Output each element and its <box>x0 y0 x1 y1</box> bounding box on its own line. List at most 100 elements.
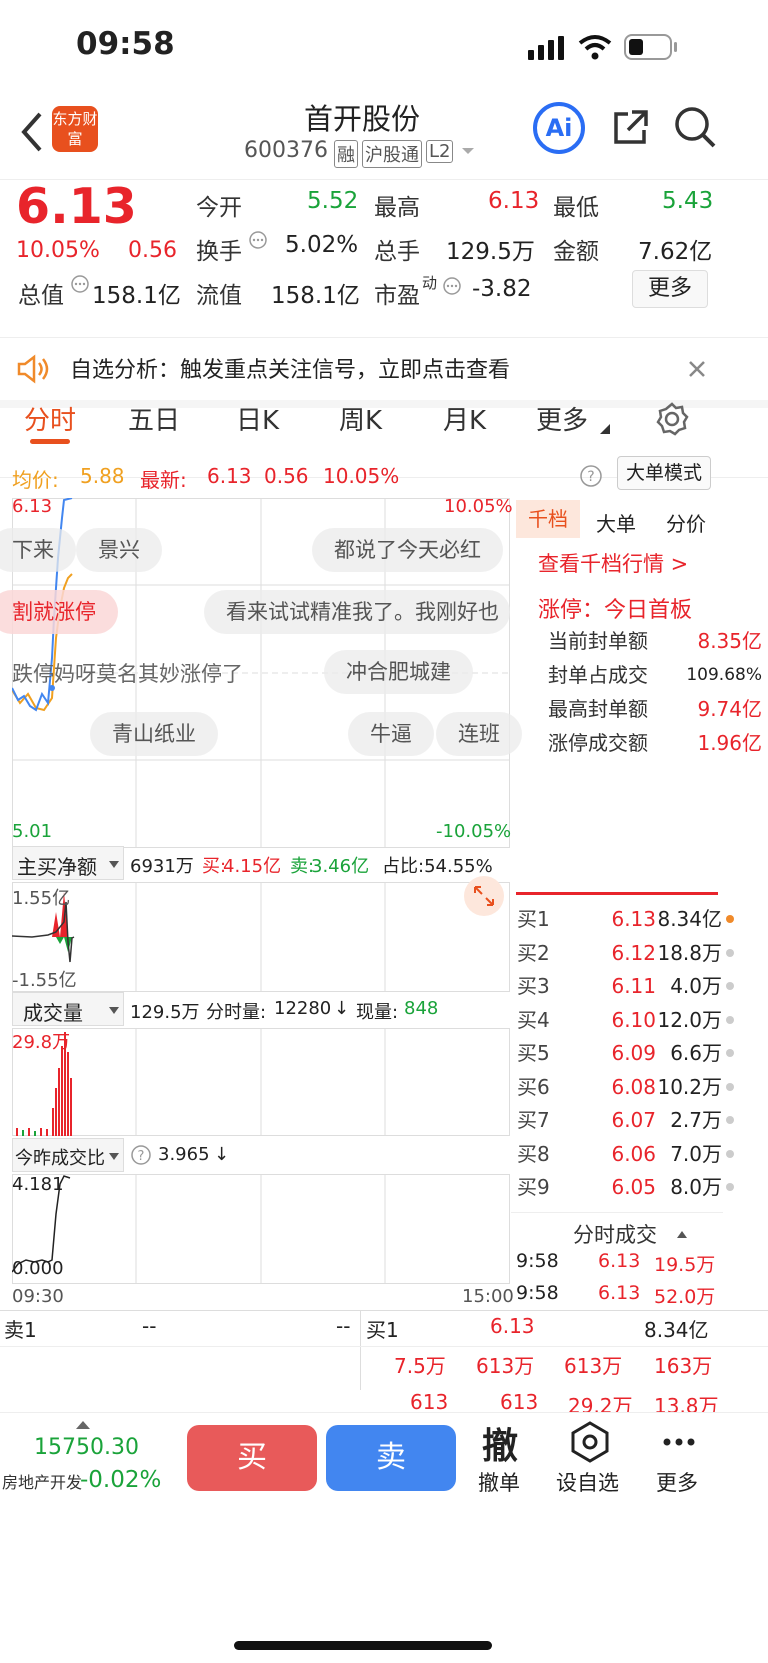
limit-up-row: 当前封单额 8.35亿 <box>548 629 762 653</box>
cancel-icon[interactable]: 撤 <box>482 1417 518 1469</box>
bid-row: 买4 6.10 12.0万 <box>511 1003 736 1037</box>
index-name: 房地产开发 <box>2 1473 83 1492</box>
index-value[interactable]: 15750.30 <box>34 1435 139 1460</box>
bid-row: 买6 6.08 10.2万 <box>511 1070 736 1104</box>
flow-selector[interactable]: 主买净额 <box>12 846 124 880</box>
flow-chart[interactable] <box>12 882 510 992</box>
ratio-chart[interactable] <box>12 1174 510 1284</box>
tick-volume-label: 分时量: <box>206 1002 267 1023</box>
bid-row: 买8 6.06 7.0万 <box>511 1137 736 1171</box>
ai-button[interactable]: Ai <box>533 102 585 154</box>
dropdown-icon[interactable] <box>460 146 476 156</box>
tab-month-k[interactable]: 月K <box>443 400 486 437</box>
comment-bubble[interactable]: 割就涨停 <box>0 590 118 634</box>
cancel-label[interactable]: 撤单 <box>478 1467 520 1497</box>
more-label[interactable]: 更多 <box>656 1467 698 1497</box>
help-icon[interactable]: ? <box>579 464 603 488</box>
comment-bubble[interactable]: 连班 <box>436 712 522 756</box>
comment-bubble[interactable]: 景兴 <box>76 528 162 572</box>
tab-intraday[interactable]: 分时 <box>24 400 76 437</box>
comment-bubble[interactable]: 牛逼 <box>348 712 434 756</box>
price-axis-top: 6.13 <box>12 496 53 517</box>
high-value: 6.13 <box>488 188 540 214</box>
volume-value: 129.5万 <box>446 239 535 265</box>
comment-bubble[interactable]: 看来试试精准我了。我刚好也 <box>204 590 510 634</box>
home-indicator <box>234 1641 492 1650</box>
info-dots-icon[interactable] <box>70 274 90 294</box>
ratio-value: 3.965 <box>158 1144 210 1165</box>
add-watch-label[interactable]: 设自选 <box>556 1467 619 1497</box>
expand-button[interactable] <box>464 876 504 916</box>
ratio-selector-label: 今昨成交比 <box>15 1148 105 1169</box>
svg-text:?: ? <box>587 469 594 485</box>
avg-label: 均价: <box>12 468 59 492</box>
volume-selector-label: 成交量 <box>23 1001 83 1025</box>
bid-row: 买1 6.13 8.34亿 <box>511 902 736 936</box>
tab-day-k[interactable]: 日K <box>236 400 279 437</box>
time-axis-start: 09:30 <box>12 1286 64 1307</box>
caret-up-icon <box>76 1421 90 1429</box>
limit-up-row: 最高封单额 9.74亿 <box>548 697 762 721</box>
flow-value: 6931万 <box>130 856 194 877</box>
current-volume-value: 848 <box>404 998 439 1019</box>
sell-button[interactable]: 卖 <box>326 1425 456 1491</box>
search-icon[interactable] <box>674 106 716 150</box>
close-icon[interactable] <box>686 358 708 380</box>
turnover-label: 换手 <box>196 239 242 265</box>
status-bar: 09:58 <box>0 0 768 100</box>
tab-price-dist[interactable]: 分价 <box>666 508 706 537</box>
latest-label: 最新: <box>140 468 187 492</box>
orderbook-divider <box>516 892 718 895</box>
ratio-axis-bottom: 0.000 <box>12 1258 64 1279</box>
flow-ratio: 占比:54.55% <box>382 856 493 877</box>
tab-thousand-level[interactable]: 千档 <box>516 500 580 538</box>
comment-bubble[interactable]: 冲合肥城建 <box>324 650 473 694</box>
comment-bubble[interactable]: 下来 <box>0 528 76 572</box>
tab-week-k[interactable]: 周K <box>339 400 382 437</box>
volume-chart[interactable] <box>12 1028 510 1136</box>
flow-sell-bars <box>56 937 72 952</box>
ratio-chart-grid <box>12 1174 510 1284</box>
bid-row: 买2 6.12 18.8万 <box>511 936 736 970</box>
ask1-label: 卖1 <box>4 1318 37 1342</box>
change-value: 0.56 <box>128 238 177 263</box>
high-label: 最高 <box>374 195 420 221</box>
status-time: 09:58 <box>76 26 175 62</box>
book-cell: 29.2万 <box>568 1394 633 1414</box>
volume-selector[interactable]: 成交量 <box>12 992 124 1026</box>
ask1-volume: -- <box>336 1314 351 1338</box>
pct-axis-top: 10.05% <box>444 496 513 517</box>
turnover-value: 5.02% <box>285 232 359 258</box>
ratio-selector[interactable]: 今昨成交比 <box>12 1138 124 1172</box>
svg-text:?: ? <box>138 1149 145 1164</box>
big-order-mode-button[interactable]: 大单模式 <box>617 456 711 490</box>
tab-big-order[interactable]: 大单 <box>596 508 636 537</box>
more-button[interactable]: 更多 <box>632 270 708 308</box>
info-dots-icon[interactable] <box>248 230 268 250</box>
amount-label: 金额 <box>553 239 599 265</box>
comment-bubble[interactable]: 青山纸业 <box>90 712 218 756</box>
view-depth-link[interactable]: 查看千档行情 > <box>538 548 688 578</box>
trade-time: 9:58 <box>516 1282 559 1304</box>
low-label: 最低 <box>553 195 599 221</box>
flow-buy-value: 4.15亿 <box>223 856 282 877</box>
gear-icon[interactable] <box>655 402 689 436</box>
change-percent: 10.05% <box>16 238 100 263</box>
info-dots-icon[interactable] <box>442 276 462 296</box>
hexagon-icon[interactable] <box>570 1421 610 1463</box>
mktcap-label: 总值 <box>18 283 64 309</box>
book-cell: 163万 <box>654 1354 713 1378</box>
more-dots-icon[interactable] <box>662 1437 696 1447</box>
tab-5day[interactable]: 五日 <box>128 400 180 437</box>
buy-button[interactable]: 买 <box>187 1425 317 1491</box>
bid-row: 买7 6.07 2.7万 <box>511 1103 736 1137</box>
comment-bubble[interactable]: 跌停妈呀莫名其妙涨停了 <box>12 658 243 688</box>
flow-axis-top: 1.55亿 <box>12 888 71 909</box>
time-axis-end: 15:00 <box>462 1286 514 1307</box>
analysis-banner[interactable]: 自选分析：触发重点关注信号，立即点击查看 <box>0 338 768 408</box>
comment-bubble[interactable]: 都说了今天必红 <box>312 528 503 572</box>
help-icon[interactable]: ? <box>130 1144 152 1166</box>
share-icon[interactable] <box>610 108 650 148</box>
tab-more[interactable]: 更多 <box>536 400 588 437</box>
trade-price: 6.13 <box>598 1282 641 1304</box>
